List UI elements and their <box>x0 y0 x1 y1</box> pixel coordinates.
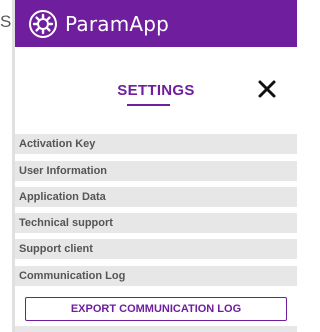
settings-item-label: Application Data <box>19 191 106 203</box>
edge-letter: S <box>0 12 12 31</box>
app-title: ParamApp <box>65 11 170 36</box>
settings-item-label: Technical support <box>19 217 113 229</box>
left-strip: S <box>0 0 12 332</box>
export-communication-log-button[interactable]: EXPORT COMMUNICATION LOG <box>25 297 287 321</box>
settings-panel: SETTINGS Activation Key User Information… <box>15 68 297 332</box>
bottom-band <box>15 326 297 332</box>
settings-item-application-data[interactable]: Application Data <box>15 187 297 207</box>
close-icon[interactable] <box>256 78 278 100</box>
title-underline <box>127 104 170 106</box>
settings-item-technical-support[interactable]: Technical support <box>15 213 297 233</box>
settings-item-label: Support client <box>19 243 93 255</box>
gear-cog-icon <box>28 9 58 39</box>
settings-item-user-information[interactable]: User Information <box>15 161 297 181</box>
settings-item-activation-key[interactable]: Activation Key <box>15 134 297 154</box>
app-header: ParamApp <box>15 0 297 47</box>
settings-item-label: Communication Log <box>19 270 126 282</box>
header-gap <box>15 47 297 68</box>
settings-item-communication-log[interactable]: Communication Log <box>15 266 297 286</box>
settings-item-label: User Information <box>19 165 108 177</box>
settings-title: SETTINGS <box>117 82 195 99</box>
settings-item-support-client[interactable]: Support client <box>15 239 297 259</box>
settings-item-label: Activation Key <box>19 138 96 150</box>
